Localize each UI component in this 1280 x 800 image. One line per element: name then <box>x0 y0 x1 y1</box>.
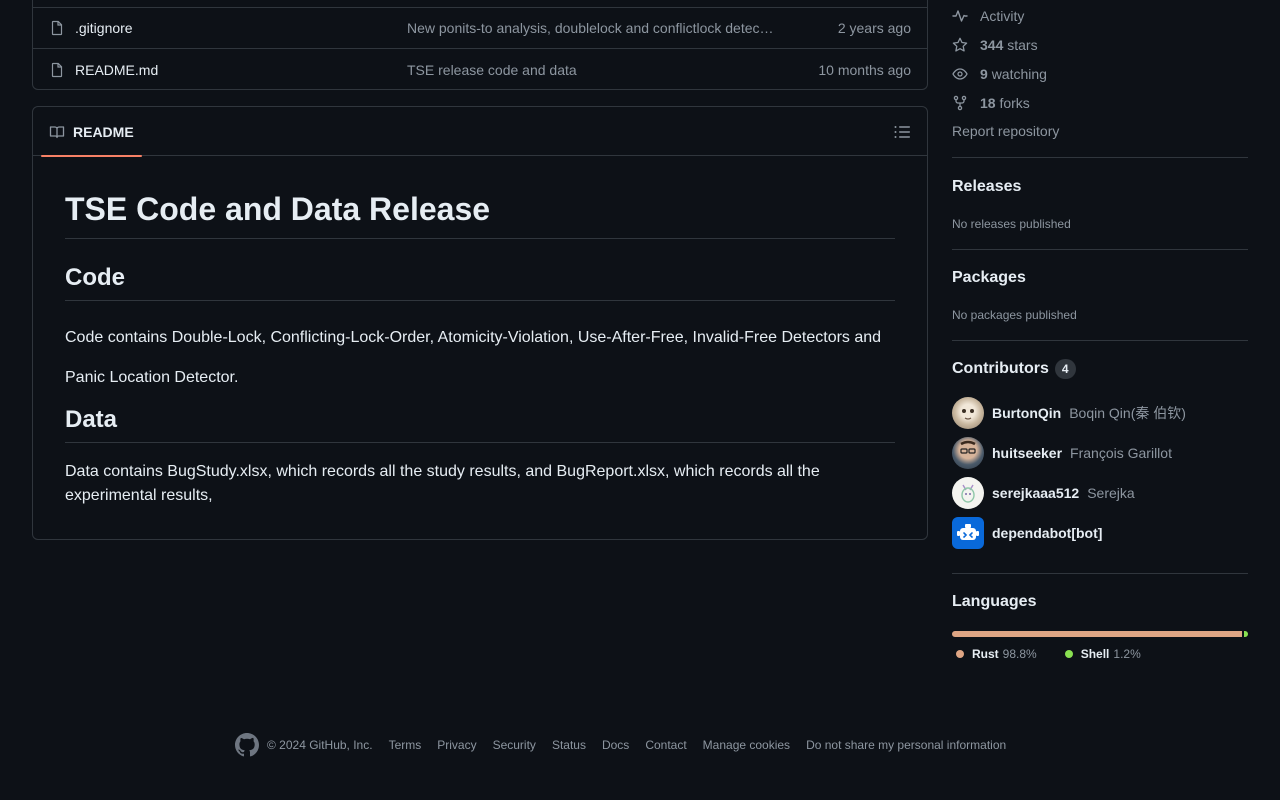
releases-heading[interactable]: Releases <box>952 178 1021 196</box>
packages-heading[interactable]: Packages <box>952 269 1026 287</box>
book-icon <box>49 124 65 140</box>
data-divider <box>65 442 895 443</box>
language-legend: Rust 98.8% Shell 1.2% <box>952 647 1141 661</box>
commit-message-link[interactable]: New ponits-to analysis, doublelock and c… <box>407 20 797 36</box>
contributor-name: Boqin Qin(秦 伯钦) <box>1069 405 1186 421</box>
footer: © 2024 GitHub, Inc. Terms Privacy Securi… <box>235 733 1022 757</box>
packages-empty: No packages published <box>952 308 1077 322</box>
avatar[interactable] <box>952 477 984 509</box>
contributor-login[interactable]: BurtonQin <box>992 405 1061 421</box>
readme-title: TSE Code and Data Release <box>65 191 491 227</box>
list-unordered-icon <box>893 123 911 141</box>
file-icon <box>49 20 65 36</box>
footer-link-docs[interactable]: Docs <box>602 738 629 752</box>
contributor-name: Serejka <box>1087 485 1135 501</box>
language-bar-segment <box>1244 631 1248 637</box>
language-dot <box>1064 650 1073 658</box>
file-list: .gitignore New ponits-to analysis, doubl… <box>32 0 928 90</box>
file-icon <box>49 62 65 78</box>
stars-label: stars <box>1007 37 1038 53</box>
contributor-item[interactable]: dependabot[bot] <box>952 517 1102 549</box>
activity-link[interactable]: Activity <box>952 6 1024 26</box>
data-paragraph: Data contains BugStudy.xlsx, which recor… <box>65 463 820 504</box>
forks-count: 18 <box>980 95 996 111</box>
repo-forked-icon <box>952 95 968 111</box>
sidebar-divider <box>952 573 1248 574</box>
github-logo-icon[interactable] <box>235 733 259 757</box>
eye-icon <box>952 66 968 82</box>
footer-link-status[interactable]: Status <box>552 738 586 752</box>
file-row[interactable]: README.md TSE release code and data 10 m… <box>33 49 927 90</box>
file-row[interactable]: .gitignore New ponits-to analysis, doubl… <box>33 8 927 49</box>
activity-label: Activity <box>980 8 1025 24</box>
watching-label: watching <box>991 66 1047 82</box>
contributor-name: François Garillot <box>1070 445 1172 461</box>
language-bar <box>952 631 1248 637</box>
commit-date: 10 months ago <box>818 61 911 78</box>
code-heading: Code <box>65 264 125 291</box>
contributor-login[interactable]: huitseeker <box>992 445 1062 461</box>
file-name-link[interactable]: README.md <box>75 62 407 78</box>
readme-tab-label: README <box>73 123 134 140</box>
contributor-login[interactable]: serejkaaa512 <box>992 485 1079 501</box>
sidebar-divider <box>952 340 1248 341</box>
footer-link-contact[interactable]: Contact <box>645 738 686 752</box>
pulse-icon <box>952 8 968 24</box>
code-divider <box>65 300 895 301</box>
watching-count: 9 <box>980 66 988 82</box>
file-name-link[interactable]: .gitignore <box>75 20 407 36</box>
readme-tab[interactable]: README <box>41 107 142 157</box>
commit-message-link[interactable]: TSE release code and data <box>407 62 797 78</box>
contributor-item[interactable]: huitseeker François Garillot <box>952 437 1172 469</box>
footer-link-security[interactable]: Security <box>493 738 536 752</box>
code-paragraph: Code contains Double-Lock, Conflicting-L… <box>65 329 882 386</box>
sidebar-divider <box>952 249 1248 250</box>
footer-link-privacy[interactable]: Privacy <box>437 738 476 752</box>
report-repository-link[interactable]: Report repository <box>952 123 1059 139</box>
forks-label: forks <box>999 95 1030 111</box>
data-heading: Data <box>65 406 118 433</box>
star-icon <box>952 37 968 53</box>
language-dot <box>956 650 964 658</box>
footer-link-do-not-share[interactable]: Do not share my personal information <box>806 738 1006 752</box>
language-percent: 1.2% <box>1113 647 1141 661</box>
title-divider <box>65 238 895 239</box>
outline-button[interactable] <box>893 123 911 141</box>
watching-link[interactable]: 9 watching <box>952 64 1047 84</box>
contributors-heading[interactable]: Contributors 4 <box>952 359 1076 379</box>
sidebar-divider <box>952 157 1248 158</box>
contributor-item[interactable]: serejkaaa512 Serejka <box>952 477 1135 509</box>
readme-panel: README TSE Code and Data Release Code Co… <box>32 106 928 540</box>
stars-link[interactable]: 344 stars <box>952 35 1038 55</box>
language-rust[interactable]: Rust 98.8% <box>952 647 1037 661</box>
contributors-count-badge: 4 <box>1054 359 1076 379</box>
avatar[interactable] <box>952 397 984 429</box>
footer-link-terms[interactable]: Terms <box>389 738 422 752</box>
contributors-heading-label: Contributors <box>952 360 1049 377</box>
releases-empty: No releases published <box>952 217 1071 231</box>
language-percent: 98.8% <box>1002 647 1037 661</box>
language-name: Shell <box>1080 647 1110 661</box>
dependabot-icon[interactable] <box>952 517 984 549</box>
languages-heading: Languages <box>952 593 1037 610</box>
commit-date: 2 years ago <box>837 20 911 36</box>
language-name: Rust <box>972 647 999 661</box>
avatar[interactable] <box>952 437 984 469</box>
forks-link[interactable]: 18 forks <box>952 93 1030 113</box>
footer-copyright: © 2024 GitHub, Inc. <box>267 738 373 752</box>
language-bar-segment <box>952 631 1243 637</box>
contributor-item[interactable]: BurtonQin Boqin Qin(秦 伯钦) <box>952 397 1186 429</box>
language-shell[interactable]: Shell 1.2% <box>1061 647 1141 661</box>
footer-link-manage-cookies[interactable]: Manage cookies <box>703 738 790 752</box>
stars-count: 344 <box>980 37 1004 53</box>
readme-header: README <box>33 107 927 157</box>
contributor-login[interactable]: dependabot[bot] <box>992 525 1102 541</box>
